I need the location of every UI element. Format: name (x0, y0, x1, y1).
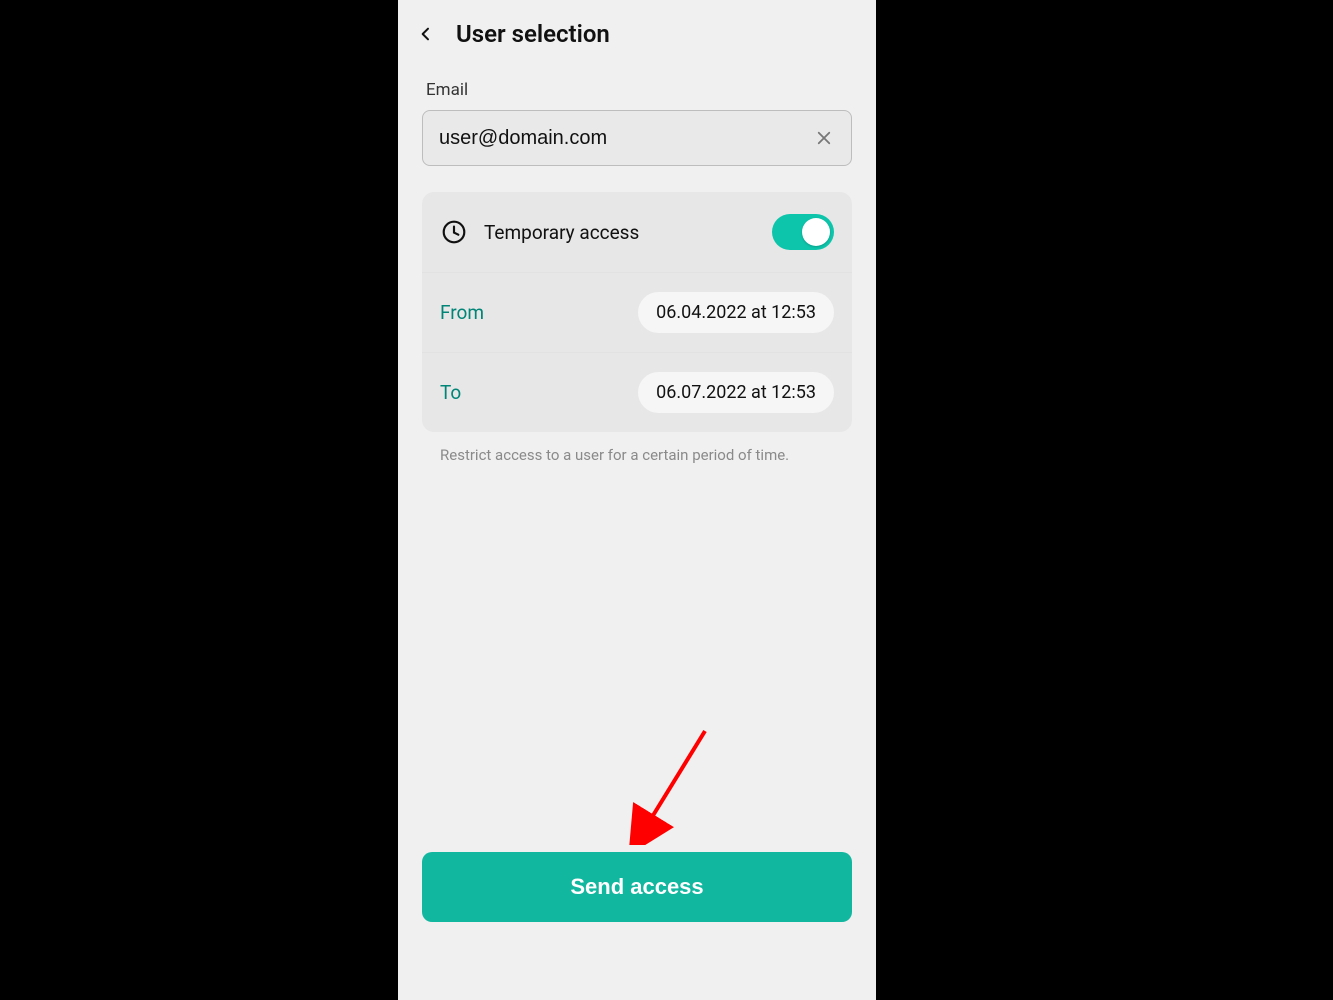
email-field[interactable] (439, 127, 803, 150)
content: Email Temporary access (398, 68, 876, 852)
temporary-access-card: Temporary access From 06.04.2022 at 12:5… (422, 192, 852, 432)
send-access-button[interactable]: Send access (422, 852, 852, 922)
to-label: To (440, 381, 461, 404)
to-row: To 06.07.2022 at 12:53 (422, 352, 852, 432)
cta-wrap: Send access (398, 852, 876, 1000)
chevron-left-icon (418, 22, 434, 46)
to-value[interactable]: 06.07.2022 at 12:53 (638, 372, 834, 413)
temp-access-hint: Restrict access to a user for a certain … (440, 446, 850, 464)
app-screen: User selection Email (398, 0, 876, 1000)
back-button[interactable] (404, 12, 448, 56)
temp-access-label: Temporary access (484, 221, 639, 244)
temp-access-row: Temporary access (422, 192, 852, 272)
email-label: Email (426, 80, 852, 100)
from-value[interactable]: 06.04.2022 at 12:53 (638, 292, 834, 333)
clear-input-button[interactable] (807, 121, 841, 155)
from-label: From (440, 301, 484, 324)
from-row: From 06.04.2022 at 12:53 (422, 272, 852, 352)
temp-access-toggle[interactable] (772, 214, 834, 250)
spacer (422, 464, 852, 852)
toggle-knob (802, 218, 830, 246)
clock-icon (440, 218, 468, 246)
temp-access-row-left: Temporary access (440, 218, 639, 246)
header: User selection (398, 0, 876, 68)
page-title: User selection (456, 20, 610, 48)
email-input-wrap[interactable] (422, 110, 852, 166)
close-icon (815, 129, 833, 147)
